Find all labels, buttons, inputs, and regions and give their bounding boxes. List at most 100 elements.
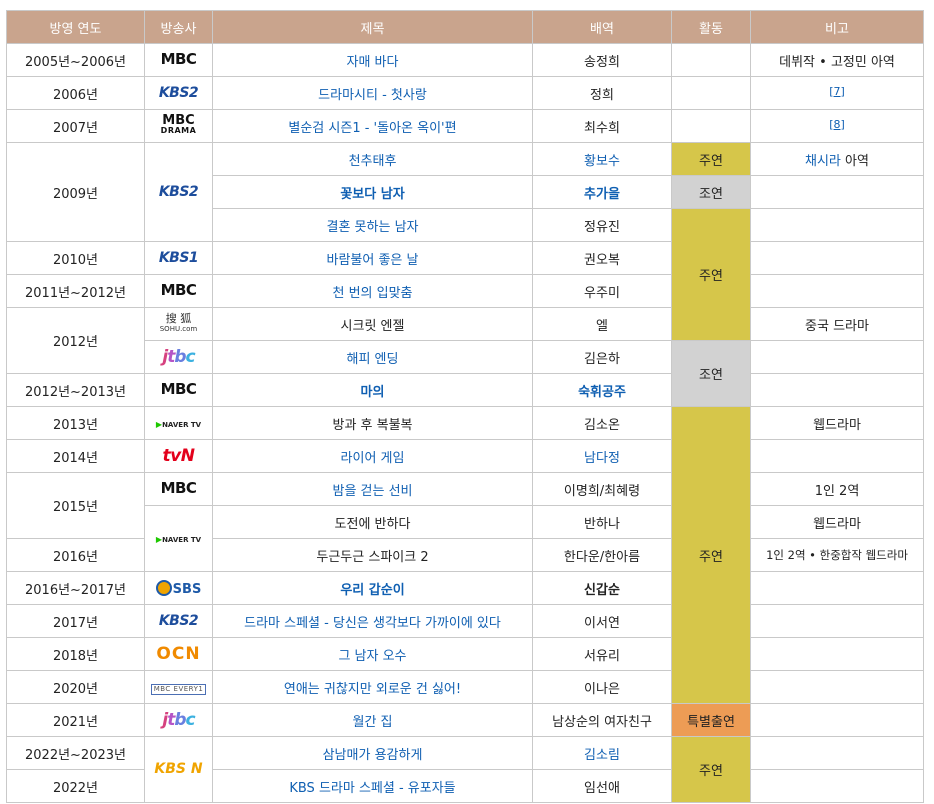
title-link[interactable]: 꽃보다 남자 bbox=[340, 187, 404, 202]
note-cell bbox=[750, 571, 924, 605]
title-cell: 별순검 시즌1 - '돌아온 옥이'편 bbox=[212, 109, 533, 143]
role-link[interactable]: 황보수 bbox=[584, 154, 620, 169]
role-cell: 정희 bbox=[532, 76, 672, 110]
note-cell bbox=[750, 439, 924, 473]
year-cell: 2013년 bbox=[6, 406, 145, 440]
header-broadcaster: 방송사 bbox=[144, 10, 213, 44]
title-cell: 그 남자 오수 bbox=[212, 637, 533, 671]
role-cell: 권오복 bbox=[532, 241, 672, 275]
note-cell bbox=[750, 769, 924, 803]
activity-cell-lead: 주연 bbox=[671, 736, 751, 803]
title-link[interactable]: 삼남매가 용감하게 bbox=[323, 748, 423, 763]
role-cell: 임선애 bbox=[532, 769, 672, 803]
title-cell: 바람불어 좋은 날 bbox=[212, 241, 533, 275]
title-link[interactable]: 그 남자 오수 bbox=[338, 649, 406, 664]
footnote-link[interactable]: [7] bbox=[829, 85, 845, 98]
title-link[interactable]: 천추태후 bbox=[349, 154, 397, 169]
sbs-logo: SBS bbox=[155, 579, 201, 596]
jtbc-logo-b: b bbox=[174, 346, 186, 367]
title-cell: 밤을 걷는 선비 bbox=[212, 472, 533, 506]
table-row: 2015년 MBC 밤을 걷는 선비 이명희/최혜령 1인 2역 bbox=[6, 472, 924, 539]
year-cell: 2018년 bbox=[6, 637, 145, 671]
table-row: 2020년 MBC EVERY1 연애는 귀찮지만 외로운 건 싫어! 이나은 bbox=[6, 670, 924, 704]
naver-tv-logo-text: NAVER TV bbox=[162, 420, 202, 429]
broadcaster-cell: MBC bbox=[144, 43, 213, 77]
header-role: 배역 bbox=[532, 10, 672, 44]
kbs1-logo: KBS1 bbox=[158, 249, 199, 266]
title-link[interactable]: 라이어 게임 bbox=[341, 451, 405, 466]
mbc-drama-logo: MBC DRAMA bbox=[161, 114, 197, 136]
role-link[interactable]: 남다정 bbox=[584, 451, 620, 466]
title-link[interactable]: 자매 바다 bbox=[347, 55, 399, 70]
title-cell: 월간 집 bbox=[212, 703, 533, 737]
title-link[interactable]: KBS 드라마 스페셜 - 유포자들 bbox=[289, 781, 455, 796]
note-cell: [7] bbox=[750, 76, 924, 110]
title-cell: 시크릿 엔젤 bbox=[212, 307, 533, 341]
role-cell: 한다운/한아름 bbox=[532, 538, 672, 572]
broadcaster-cell: KBS1 bbox=[144, 241, 213, 275]
title-cell: 드라마 스페셜 - 당신은 생각보다 가까이에 있다 bbox=[212, 604, 533, 638]
role-link[interactable]: 추가을 bbox=[584, 187, 620, 202]
broadcaster-cell: MBC DRAMA bbox=[144, 109, 213, 143]
title-link[interactable]: 우리 갑순이 bbox=[340, 583, 404, 598]
tvn-logo: tvN bbox=[162, 445, 195, 466]
broadcaster-cell: tvN bbox=[144, 439, 213, 473]
role-cell: 추가을 bbox=[532, 175, 672, 209]
title-link[interactable]: 월간 집 bbox=[352, 715, 392, 730]
broadcaster-cell: 搜 狐 SOHU.com bbox=[144, 307, 213, 341]
title-cell: 삼남매가 용감하게 bbox=[212, 736, 533, 770]
mbc-logo: MBC bbox=[160, 380, 197, 398]
table-row: 2016년~2017년 SBS 우리 갑순이 신갑순 bbox=[6, 571, 924, 605]
note-cell bbox=[750, 340, 924, 374]
note-cell bbox=[750, 175, 924, 209]
title-link[interactable]: 밤을 걷는 선비 bbox=[332, 484, 412, 499]
title-link[interactable]: 바람불어 좋은 날 bbox=[327, 253, 419, 268]
role-link[interactable]: 숙휘공주 bbox=[578, 385, 626, 400]
role-cell: 송정희 bbox=[532, 43, 672, 77]
note-text: 아역 bbox=[840, 153, 869, 169]
table-row: 2022년 KBS 드라마 스페셜 - 유포자들 임선애 bbox=[6, 769, 924, 803]
table-row: 2006년 KBS2 드라마시티 - 첫사랑 정희 [7] bbox=[6, 76, 924, 110]
table-row: 2013년 ▶NAVER TV 방과 후 복불복 김소온 주연 웹드라마 bbox=[6, 406, 924, 704]
title-link[interactable]: 천 번의 입맞춤 bbox=[332, 286, 412, 301]
header-title: 제목 bbox=[212, 10, 533, 44]
note-cell bbox=[750, 637, 924, 671]
role-cell: 김은하 bbox=[532, 340, 672, 374]
mbc-logo: MBC bbox=[160, 281, 197, 299]
year-cell: 2012년 bbox=[6, 307, 145, 374]
broadcaster-cell: KBS2 bbox=[144, 76, 213, 110]
title-link[interactable]: 드라마 스페셜 - 당신은 생각보다 가까이에 있다 bbox=[244, 616, 501, 631]
activity-cell bbox=[671, 43, 751, 77]
year-cell: 2012년~2013년 bbox=[6, 373, 145, 407]
title-cell: 천 번의 입맞춤 bbox=[212, 274, 533, 308]
title-link[interactable]: 연애는 귀찮지만 외로운 건 싫어! bbox=[284, 682, 461, 697]
title-link[interactable]: 별순검 시즌1 - '돌아온 옥이'편 bbox=[288, 121, 456, 136]
year-cell: 2014년 bbox=[6, 439, 145, 473]
activity-cell bbox=[671, 109, 751, 143]
footnote-link[interactable]: [8] bbox=[829, 118, 845, 131]
table-row: 2021년 jtbc 월간 집 남상순의 여자친구 특별출연 bbox=[6, 703, 924, 737]
note-link[interactable]: 채시라 bbox=[805, 154, 841, 169]
header-year: 방영 연도 bbox=[6, 10, 145, 44]
title-cell: 드라마시티 - 첫사랑 bbox=[212, 76, 533, 110]
kbs2-logo: KBS2 bbox=[158, 183, 199, 200]
note-cell: 웹드라마 bbox=[750, 505, 924, 539]
title-link[interactable]: 드라마시티 - 첫사랑 bbox=[318, 88, 427, 103]
table-row: 2009년 KBS2 천추태후 황보수 주연 채시라 아역 bbox=[6, 142, 924, 242]
activity-cell-special: 특별출연 bbox=[671, 703, 751, 737]
activity-cell-support: 조연 bbox=[671, 175, 751, 209]
title-cell: 두근두근 스파이크 2 bbox=[212, 538, 533, 572]
title-link[interactable]: 해피 엔딩 bbox=[347, 352, 399, 367]
table-row: 2014년 tvN 라이어 게임 남다정 bbox=[6, 439, 924, 473]
role-link[interactable]: 김소림 bbox=[584, 748, 620, 763]
mbc-every1-logo: MBC EVERY1 bbox=[150, 683, 207, 695]
title-link[interactable]: 마의 bbox=[361, 385, 385, 400]
title-link[interactable]: 결혼 못하는 남자 bbox=[327, 220, 419, 235]
broadcaster-cell: KBS2 bbox=[144, 142, 213, 242]
table-row: 2018년 OCN 그 남자 오수 서유리 bbox=[6, 637, 924, 671]
table-row: jtbc 해피 엔딩 김은하 조연 bbox=[7, 340, 924, 407]
year-cell: 2020년 bbox=[6, 670, 145, 704]
table-row: 2005년~2006년 MBC 자매 바다 송정희 데뷔작 • 고정민 아역 bbox=[6, 43, 924, 77]
role-cell: 숙휘공주 bbox=[532, 373, 672, 407]
sohu-logo-sub: SOHU.com bbox=[159, 324, 198, 333]
